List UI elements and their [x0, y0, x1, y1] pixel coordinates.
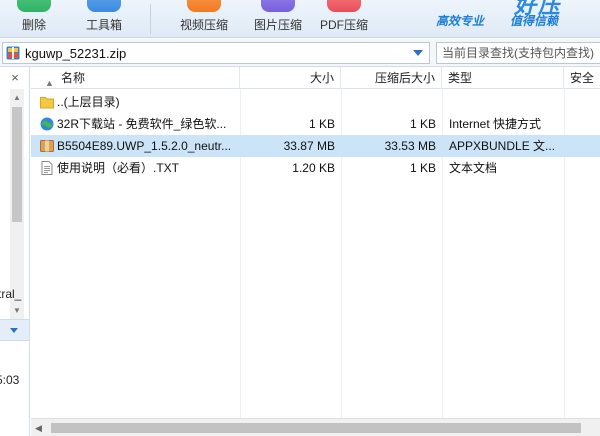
file-size: 1 KB: [308, 117, 335, 131]
toolbox-icon: [87, 0, 121, 12]
tree-scrollbar[interactable]: ▲ ▼: [10, 89, 24, 319]
path-text: kguwp_52231.zip: [25, 46, 127, 61]
list-item-selected[interactable]: B5504E89.UWP_1.5.2.0_neutr... 33.87 MB 3…: [31, 135, 600, 157]
folder-tree-pane: × ▲ ▼ tral_ 5:03: [0, 67, 30, 436]
file-size: 33.87 MB: [283, 139, 335, 153]
search-field[interactable]: [436, 42, 600, 64]
file-type: Internet 快捷方式: [449, 117, 542, 131]
video-compress-button[interactable]: 视频压缩: [168, 0, 240, 37]
column-size[interactable]: 大小: [240, 67, 341, 89]
tree-row-selected[interactable]: [0, 319, 29, 341]
toolbar-divider: [150, 4, 151, 34]
file-size: 1.20 KB: [292, 161, 335, 175]
scroll-up-icon[interactable]: ▲: [13, 93, 21, 102]
file-type: 文本文档: [449, 161, 498, 175]
file-compressed-size: 33.53 MB: [384, 139, 436, 153]
column-compressed-size[interactable]: 压缩后大小: [341, 67, 442, 89]
sort-ascending-icon: ▲: [45, 78, 54, 88]
image-compress-icon: [261, 0, 295, 12]
expand-caret-icon[interactable]: [10, 328, 18, 333]
file-compressed-size: 1 KB: [409, 117, 436, 131]
zip-archive-icon: [6, 46, 20, 60]
scroll-down-icon[interactable]: ▼: [13, 306, 21, 315]
file-name: B5504E89.UWP_1.5.2.0_neutr...: [57, 139, 232, 153]
file-name: ..(上层目录): [57, 95, 120, 109]
column-name-label: 名称: [61, 71, 86, 85]
horizontal-scrollbar[interactable]: ◀: [31, 418, 600, 436]
pdf-compress-button[interactable]: PDF压缩: [312, 0, 376, 37]
delete-label: 删除: [21, 18, 46, 32]
image-compress-label: 图片压缩: [253, 18, 302, 32]
toolbox-label: 工具箱: [85, 18, 122, 32]
file-list: ▲ 名称 大小 压缩后大小 类型 安全 ..(上层目录) 32R下载站 - 免费…: [31, 67, 600, 418]
text-file-icon: [41, 161, 53, 175]
path-dropdown-icon[interactable]: [413, 50, 423, 56]
list-item[interactable]: 使用说明（必看）.TXT 1.20 KB 1 KB 文本文档: [31, 157, 600, 179]
toolbar: 删除 工具箱 视频压缩 图片压缩 PDF压缩 好压 高效专业 值得信赖: [0, 0, 600, 38]
path-field[interactable]: kguwp_52231.zip: [2, 42, 430, 64]
pdf-compress-label: PDF压缩: [319, 18, 368, 32]
toolbox-button[interactable]: 工具箱: [72, 0, 136, 37]
scroll-left-icon[interactable]: ◀: [35, 423, 42, 434]
tree-text-fragment: tral_: [0, 287, 22, 301]
file-name: 使用说明（必看）.TXT: [57, 161, 179, 175]
promo-banner: 好压 高效专业 值得信赖: [432, 0, 582, 36]
video-compress-icon: [187, 0, 221, 12]
delete-icon: [17, 0, 51, 12]
search-input[interactable]: [437, 43, 600, 63]
address-bar: kguwp_52231.zip: [0, 39, 600, 67]
internet-shortcut-icon: [40, 117, 54, 131]
column-header-row: ▲ 名称 大小 压缩后大小 类型 安全: [31, 67, 600, 89]
image-compress-button[interactable]: 图片压缩: [242, 0, 314, 37]
column-name[interactable]: ▲ 名称: [31, 67, 240, 89]
tree-text-fragment: 5:03: [0, 373, 20, 387]
file-type: APPXBUNDLE 文...: [449, 139, 556, 153]
list-item[interactable]: 32R下载站 - 免费软件_绿色软... 1 KB 1 KB Internet …: [31, 113, 600, 135]
list-item-parent-directory[interactable]: ..(上层目录): [31, 91, 600, 113]
promo-line-2: 值得信赖: [510, 14, 559, 28]
delete-button[interactable]: 删除: [6, 0, 62, 37]
folder-icon: [40, 97, 54, 109]
close-pane-icon[interactable]: ×: [0, 67, 29, 89]
video-compress-label: 视频压缩: [179, 18, 228, 32]
horizontal-scrollbar-thumb[interactable]: [51, 423, 581, 433]
tree-scrollbar-thumb[interactable]: [12, 107, 22, 222]
column-security[interactable]: 安全: [564, 67, 600, 89]
file-compressed-size: 1 KB: [409, 161, 436, 175]
file-name: 32R下载站 - 免费软件_绿色软...: [57, 117, 227, 131]
column-type[interactable]: 类型: [442, 67, 564, 89]
pdf-compress-icon: [327, 0, 361, 12]
package-icon: [40, 140, 54, 152]
promo-line-1: 高效专业: [436, 14, 485, 28]
